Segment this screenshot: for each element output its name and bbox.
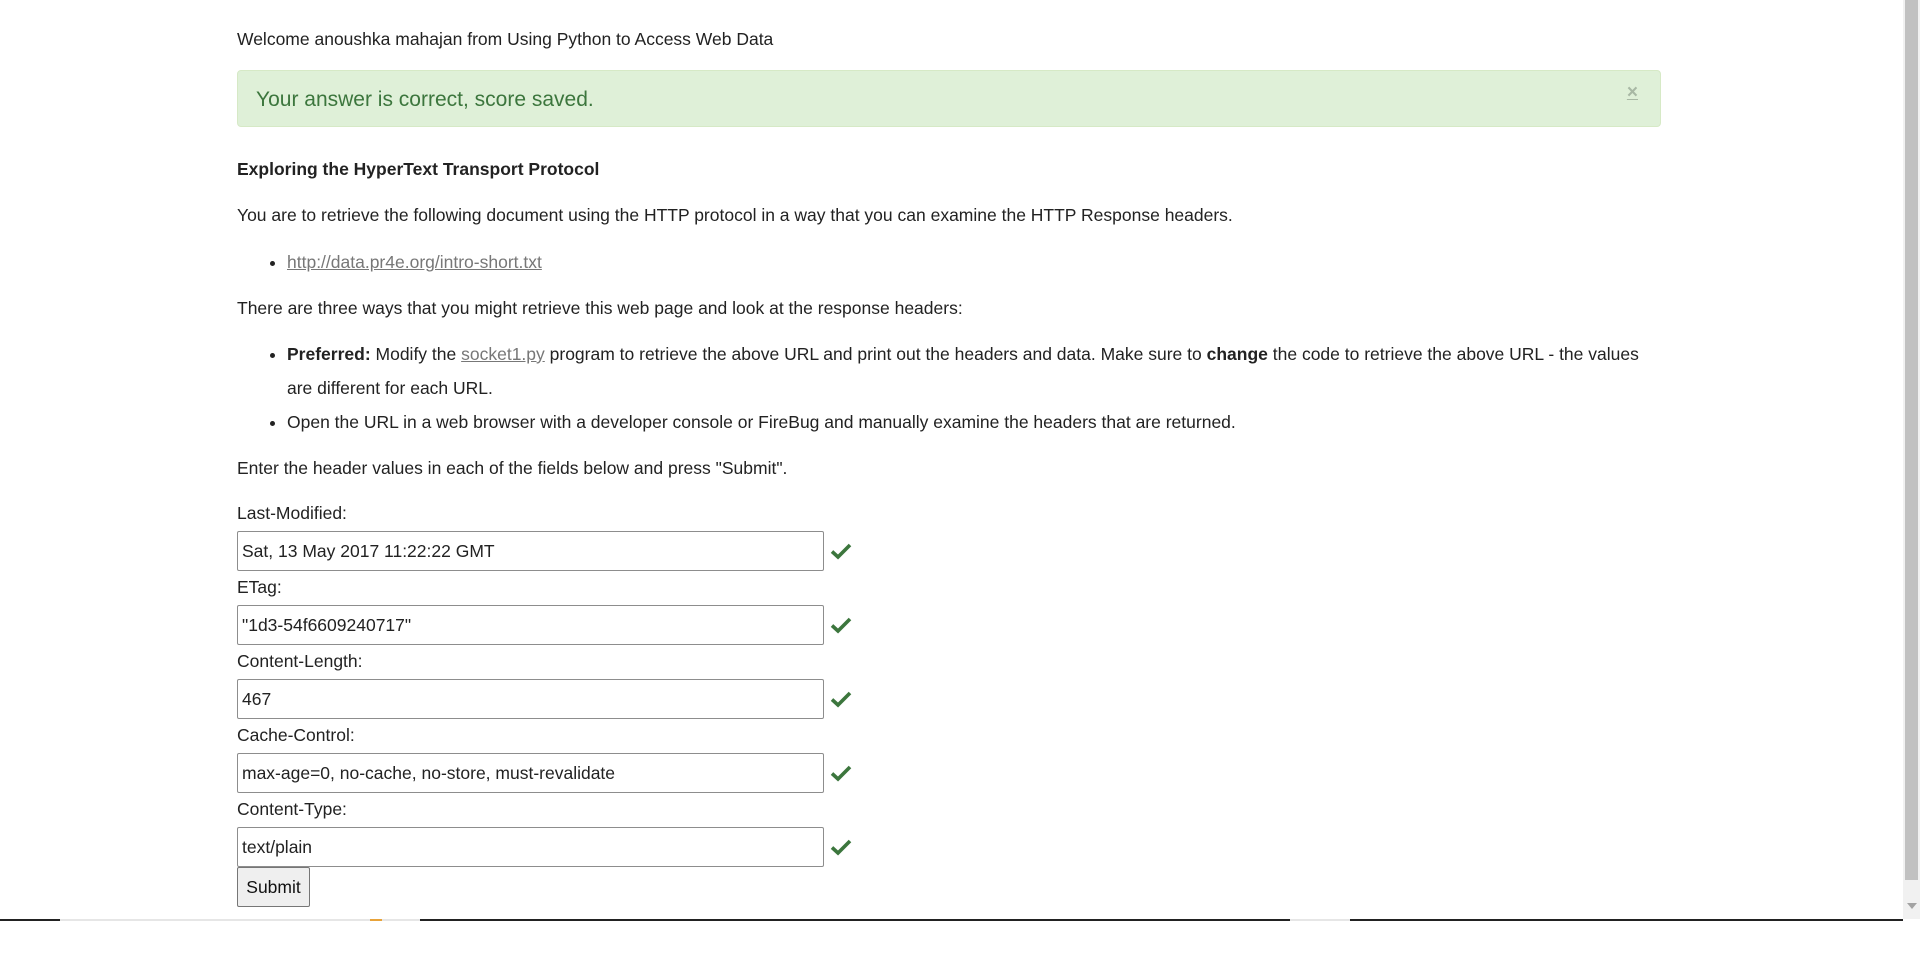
change-emphasis: change	[1206, 344, 1268, 364]
check-icon	[830, 617, 852, 634]
check-icon	[830, 765, 852, 782]
scrollbar-thumb[interactable]	[1905, 0, 1918, 880]
last-modified-input[interactable]	[237, 531, 824, 571]
submit-button[interactable]: Submit	[237, 867, 310, 907]
etag-label: ETag:	[237, 577, 282, 597]
list-item: http://data.pr4e.org/intro-short.txt	[287, 245, 1667, 279]
alert-message: Your answer is correct, score saved.	[256, 88, 594, 111]
content-length-label: Content-Length:	[237, 651, 363, 671]
list-item-preferred: Preferred: Modify the socket1.py program…	[287, 337, 1667, 405]
cache-control-input[interactable]	[237, 753, 824, 793]
check-icon	[830, 691, 852, 708]
last-modified-label: Last-Modified:	[237, 503, 347, 523]
socket1-link[interactable]: socket1.py	[461, 344, 545, 364]
preferred-text-a: Modify the	[370, 344, 462, 364]
document-url-link[interactable]: http://data.pr4e.org/intro-short.txt	[287, 252, 542, 272]
welcome-message: Welcome anoushka mahajan from Using Pyth…	[237, 29, 774, 49]
url-list: http://data.pr4e.org/intro-short.txt	[237, 245, 1667, 279]
etag-input[interactable]	[237, 605, 824, 645]
vertical-scrollbar[interactable]	[1903, 0, 1920, 919]
scroll-down-arrow-icon[interactable]	[1907, 903, 1917, 909]
cache-control-label: Cache-Control:	[237, 725, 355, 745]
content-type-input[interactable]	[237, 827, 824, 867]
ways-list: Preferred: Modify the socket1.py program…	[237, 337, 1667, 439]
page-title: Exploring the HyperText Transport Protoc…	[237, 159, 600, 179]
list-item-browser: Open the URL in a web browser with a dev…	[287, 405, 1667, 439]
preferred-text-b: program to retrieve the above URL and pr…	[544, 344, 1207, 364]
content-length-input[interactable]	[237, 679, 824, 719]
page-viewport: Welcome anoushka mahajan from Using Pyth…	[0, 0, 1903, 919]
bottom-divider-gap	[60, 919, 420, 921]
check-icon	[830, 543, 852, 560]
ways-text: There are three ways that you might retr…	[237, 298, 963, 318]
close-icon[interactable]: ×	[1627, 83, 1638, 102]
preferred-label: Preferred:	[287, 344, 371, 364]
instructions-text: Enter the header values in each of the f…	[237, 458, 788, 478]
bottom-divider-gap	[1290, 919, 1350, 921]
check-icon	[830, 839, 852, 856]
bottom-accent	[370, 919, 382, 921]
bottom-strip	[0, 919, 1920, 976]
intro-text: You are to retrieve the following docume…	[237, 205, 1233, 225]
content-type-label: Content-Type:	[237, 799, 347, 819]
success-alert: Your answer is correct, score saved. ×	[237, 70, 1661, 127]
